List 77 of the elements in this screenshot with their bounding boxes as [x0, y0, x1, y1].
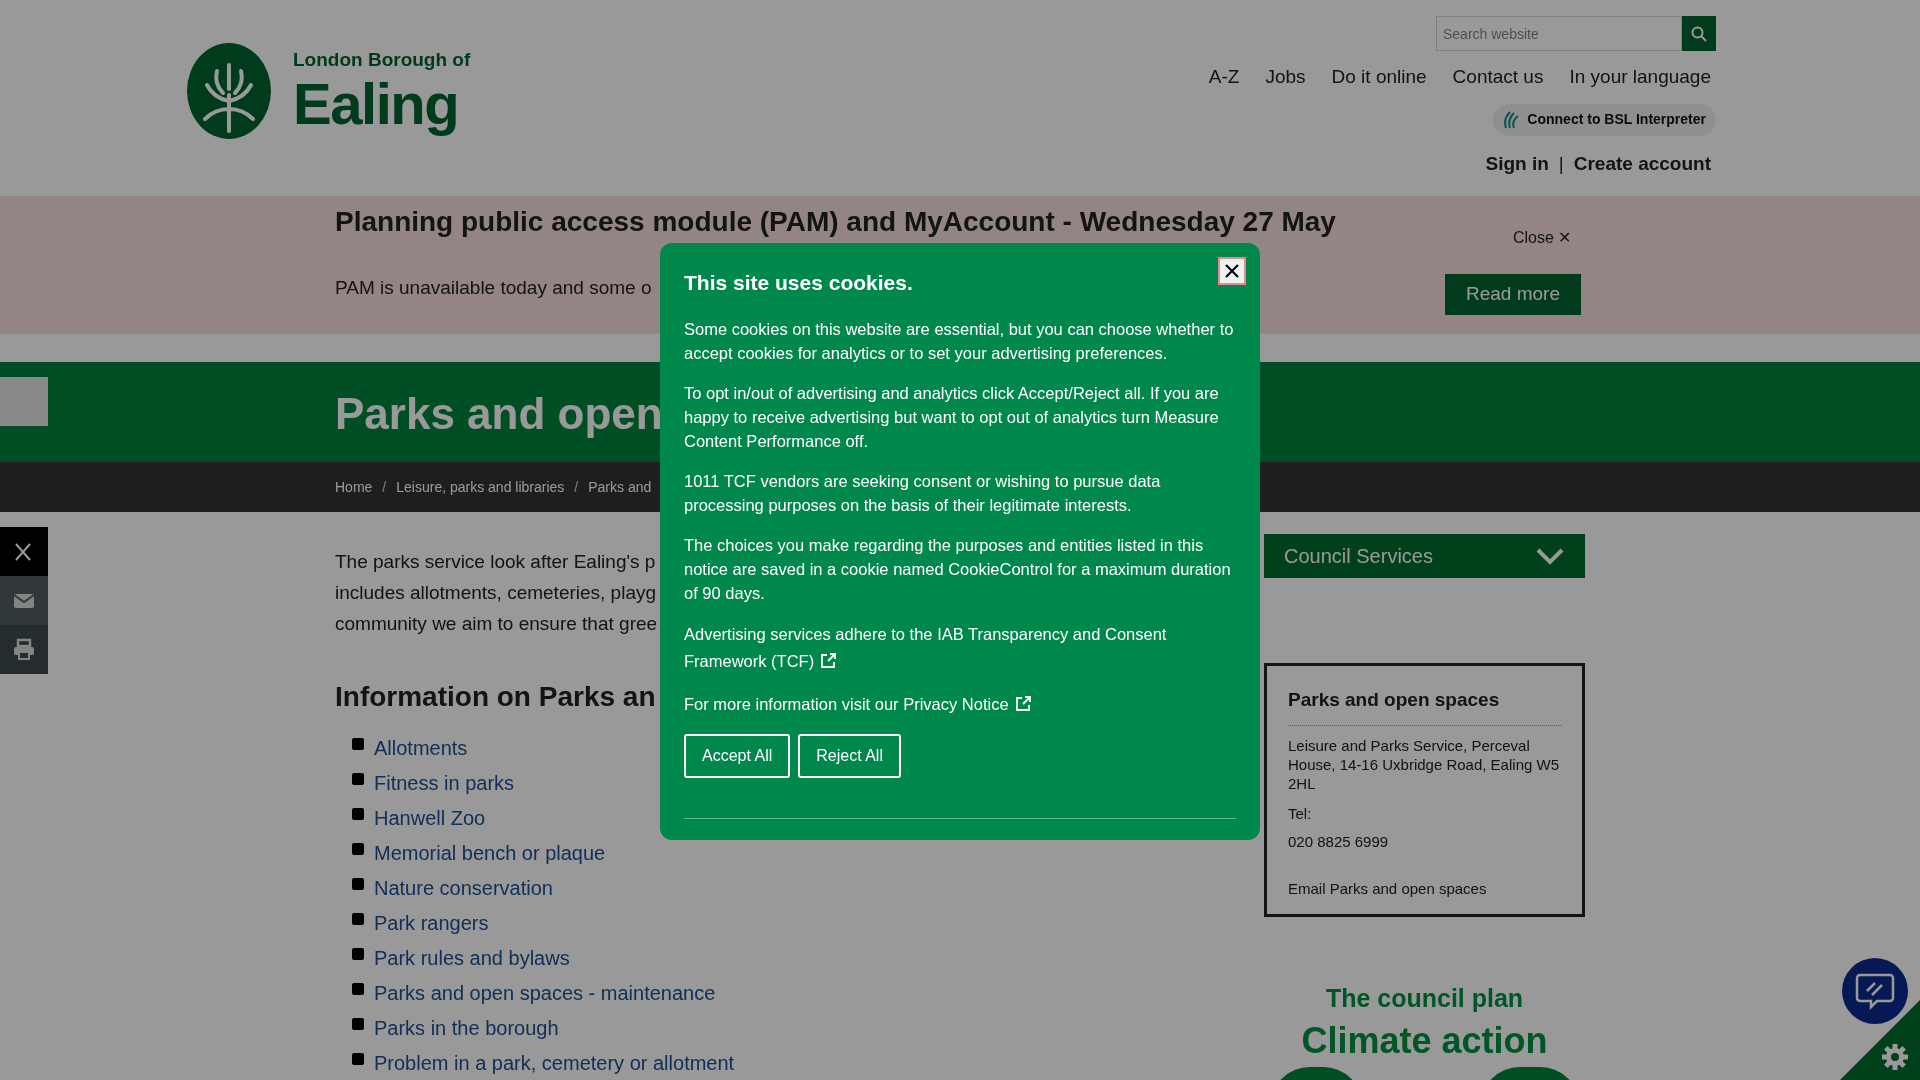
list-link[interactable]: Hanwell Zoo: [374, 802, 486, 833]
list-link[interactable]: Park rangers: [374, 907, 489, 938]
bullet: [352, 1052, 364, 1065]
dialog-link[interactable]: Advertising services adhere to the IAB Transparency and Consent Framework (TCF): [684, 620, 1236, 675]
share-x-button[interactable]: [0, 527, 48, 576]
chevron-icon: [1535, 547, 1565, 565]
bullet: [352, 877, 364, 890]
separator: |: [1558, 151, 1564, 176]
dialog-text: Some cookies on this website are essential, but you can choose whether to accept cookies for analytics or to set your advertising preferences.: [684, 318, 1235, 364]
nav-link[interactable]: In your language: [1569, 63, 1711, 92]
list-link[interactable]: Parks and open spaces - maintenance: [374, 977, 716, 1008]
dialog-button[interactable]: Accept All: [684, 733, 791, 778]
email-link[interactable]: Email Parks and open spaces: [1288, 877, 1487, 900]
bullet: [352, 807, 364, 820]
address-text: Leisure and Parks Service, Perceval House, 14-16 Uxbridge Road, Ealing W5 2HL: [1288, 735, 1560, 793]
nav-link[interactable]: A-Z: [1208, 63, 1240, 92]
bullet: [352, 772, 364, 785]
cookie-settings-button[interactable]: [1840, 1000, 1920, 1080]
alert-title: Planning public access module (PAM) and MyAccount - Wednesday 27 May: [335, 206, 1336, 238]
list-link[interactable]: Problem in a park, cemetery or allotment: [374, 1047, 735, 1078]
read-more-button[interactable]: Read more: [1445, 274, 1581, 315]
body-text: community we aim to ensure that gree: [335, 612, 658, 636]
logo-icon[interactable]: [187, 43, 271, 139]
nav-link[interactable]: Contact us: [1452, 63, 1544, 92]
external-link-icon: [1014, 694, 1032, 712]
section-heading: Information on Parks an: [335, 680, 656, 714]
nav-link[interactable]: Jobs: [1265, 63, 1306, 92]
card-title: Parks and open spaces: [1288, 686, 1561, 726]
print-button[interactable]: [0, 625, 48, 674]
bullet: [352, 982, 364, 995]
logo-subtitle: London Borough of: [293, 49, 471, 69]
chat-icon: [1855, 972, 1895, 1010]
close-button[interactable]: [1218, 257, 1246, 285]
alert-text: PAM is unavailable today and some o: [335, 276, 653, 300]
dialog-text: To opt in/out of advertising and analytics click Accept/Reject all. If you are happy to receive advertising but want to opt out of analytics turn Measure Content Performance off.: [684, 382, 1220, 452]
dialog-button[interactable]: Reject All: [798, 733, 901, 778]
print-icon: [11, 636, 37, 663]
dialog-title: This site uses cookies.: [684, 270, 913, 296]
breadcrumb-link[interactable]: Leisure, parks and libraries: [396, 476, 565, 498]
promo-subtitle: The council plan: [1325, 983, 1524, 1014]
search-icon: [1691, 25, 1707, 42]
close-icon: [1224, 263, 1240, 279]
promo-title: Climate action: [1301, 1018, 1548, 1063]
account-link[interactable]: Create account: [1573, 149, 1711, 178]
breadcrumb-link[interactable]: Home: [335, 476, 373, 498]
list-link[interactable]: Nature conservation: [374, 872, 553, 903]
page-title: Parks and open: [335, 392, 663, 436]
body-text: includes allotments, cemeteries, playg: [335, 581, 657, 605]
dialog-text: 1011 TCF vendors are seeking consent or wishing to pursue data processing purposes on the basis of their legitimate interests.: [684, 470, 1162, 516]
bullet: [352, 737, 364, 750]
council-services-dropdown[interactable]: Council Services: [1264, 534, 1585, 578]
bullet: [352, 1017, 364, 1030]
account-link[interactable]: Sign in: [1485, 149, 1549, 178]
bsl-interpreter-button[interactable]: Connect to BSL Interpreter: [1493, 103, 1716, 136]
tel-label: Tel:: [1288, 803, 1313, 824]
dialog-link[interactable]: For more information visit our Privacy Notice: [684, 690, 1236, 718]
nav-link[interactable]: Do it online: [1331, 63, 1427, 92]
list-link[interactable]: Fitness in parks: [374, 767, 515, 798]
search-button[interactable]: [1682, 16, 1716, 51]
breadcrumb-separator: /: [574, 477, 579, 497]
close-icon: ✕: [1557, 226, 1571, 250]
close-link[interactable]: Close ✕: [1513, 226, 1571, 250]
body-text: The parks service look after Ealing's p: [335, 550, 656, 574]
bullet: [352, 947, 364, 960]
bullet: [352, 842, 364, 855]
search-field[interactable]: Search website: [1436, 16, 1682, 51]
list-link[interactable]: Park rules and bylaws: [374, 942, 570, 973]
list-link[interactable]: Memorial bench or plaque: [374, 837, 606, 868]
breadcrumb-separator: /: [382, 477, 387, 497]
breadcrumb-link[interactable]: Parks and: [588, 476, 652, 498]
list-link[interactable]: Parks in the borough: [374, 1012, 559, 1043]
bullet: [352, 912, 364, 925]
email-button[interactable]: [0, 576, 48, 625]
list-link[interactable]: Allotments: [374, 732, 468, 763]
external-link-icon: [820, 651, 838, 669]
phone-number: 020 8825 6999: [1288, 832, 1390, 852]
dialog-text: The choices you make regarding the purposes and entities listed in this notice are saved in a cookie named CookieControl for a maximum duration of 90 days.: [684, 534, 1232, 604]
